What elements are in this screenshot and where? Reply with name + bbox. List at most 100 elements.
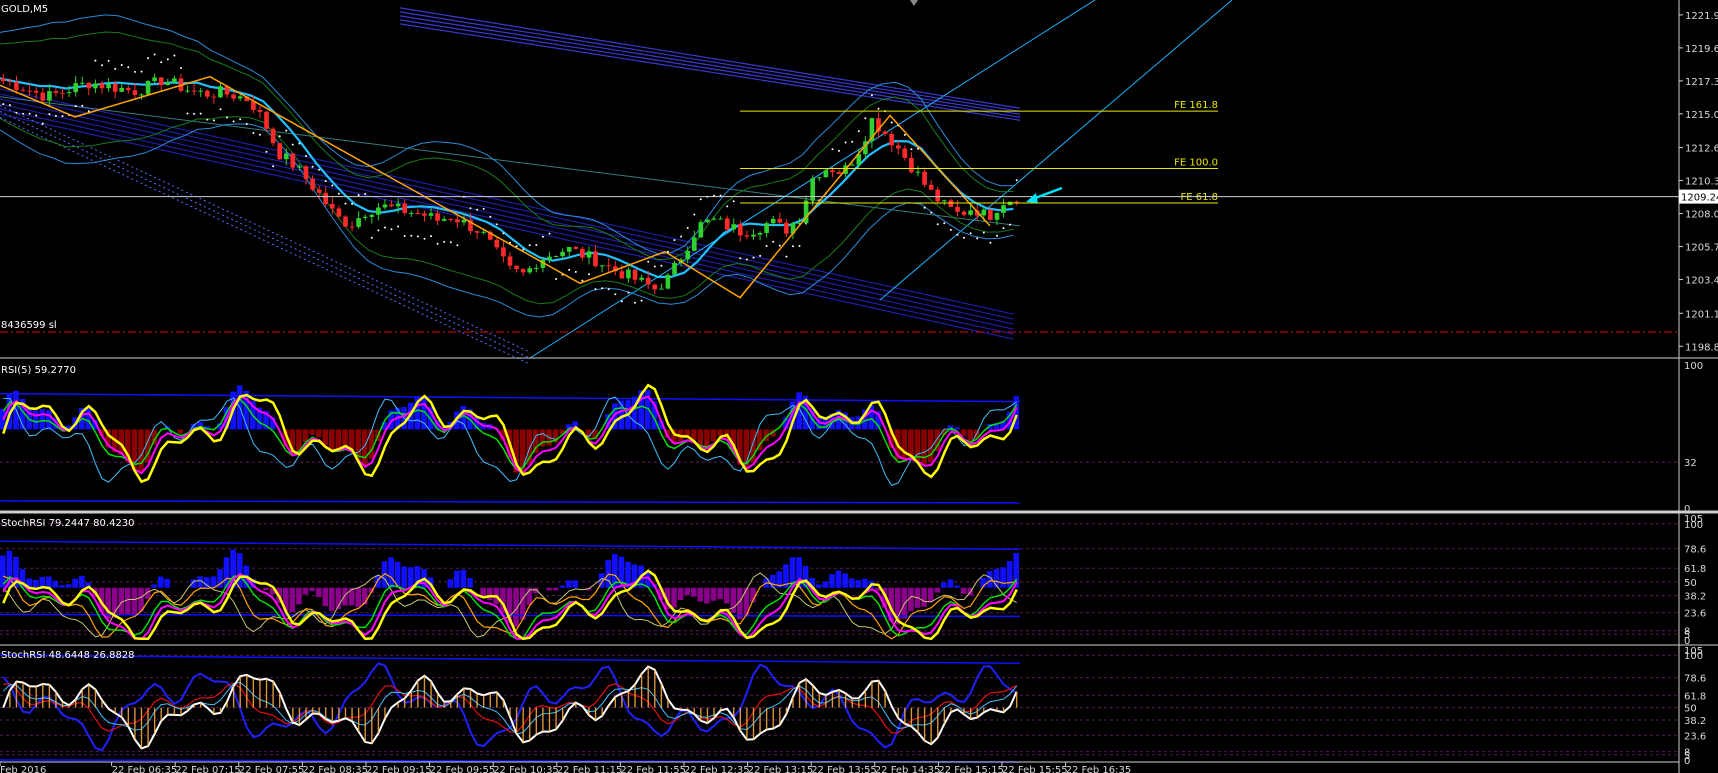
sar-dot bbox=[291, 143, 294, 146]
candle-body bbox=[441, 219, 447, 221]
sar-dot bbox=[272, 165, 275, 168]
sar-dot bbox=[1015, 179, 1018, 182]
sar-dot bbox=[15, 111, 18, 114]
histogram-bar bbox=[710, 587, 717, 601]
histogram-bar bbox=[684, 587, 690, 595]
sar-dot bbox=[390, 228, 393, 231]
x-tick-label: 22 Feb 12:35 bbox=[684, 765, 750, 773]
sar-dot bbox=[449, 241, 452, 244]
candle-body bbox=[698, 222, 704, 238]
candle-body bbox=[770, 218, 776, 224]
x-tick-label: 22 Feb 06:35 bbox=[112, 765, 178, 773]
candle-body bbox=[106, 83, 111, 89]
sl-label: 8436599 sl bbox=[1, 320, 57, 331]
candle-body bbox=[310, 178, 315, 190]
candle-body bbox=[237, 96, 243, 99]
histogram-bar bbox=[546, 587, 552, 591]
histogram-bar bbox=[960, 587, 967, 594]
sar-dot bbox=[430, 235, 432, 238]
histogram-bar bbox=[329, 587, 335, 611]
candle-body bbox=[356, 218, 361, 227]
candle-body bbox=[988, 209, 993, 220]
candle-body bbox=[817, 177, 822, 179]
sar-dot bbox=[686, 226, 689, 229]
sar-dot bbox=[864, 117, 867, 120]
sar-dot bbox=[370, 236, 373, 239]
candle-body bbox=[1, 78, 6, 82]
candle-body bbox=[191, 90, 197, 92]
candle-body bbox=[277, 143, 282, 160]
candle-body bbox=[593, 251, 598, 267]
sar-dot bbox=[476, 208, 479, 211]
fib-level-label: FE 161.8 bbox=[1174, 100, 1218, 111]
histogram-bar bbox=[848, 578, 855, 588]
candle-body bbox=[764, 223, 769, 233]
candle-body bbox=[264, 111, 269, 129]
sar-dot bbox=[555, 278, 558, 280]
sar-dot bbox=[22, 112, 24, 115]
candle-body bbox=[428, 213, 434, 216]
trading-chart[interactable]: FE 161.8FE 100.0FE 61.8 100320 10510078.… bbox=[0, 0, 1718, 773]
candle-body bbox=[547, 256, 552, 260]
sar-dot bbox=[535, 244, 538, 246]
histogram-bar bbox=[835, 570, 842, 588]
candle-body bbox=[316, 189, 322, 193]
candle-body bbox=[560, 251, 565, 257]
sar-dot bbox=[620, 300, 623, 303]
candle-body bbox=[343, 216, 348, 227]
candle-body bbox=[961, 211, 967, 215]
candle-body bbox=[573, 247, 579, 249]
sar-dot bbox=[252, 132, 255, 134]
candle-body bbox=[599, 265, 605, 267]
candle-body bbox=[1001, 205, 1006, 213]
y-tick-label: 1198.81 bbox=[1685, 342, 1718, 353]
candle-body bbox=[165, 82, 171, 86]
y-tick-label: 100 bbox=[1684, 651, 1703, 662]
histogram-bar bbox=[697, 429, 704, 446]
histogram-bar bbox=[816, 584, 822, 588]
histogram-bar bbox=[46, 410, 52, 430]
candle-body bbox=[119, 87, 124, 92]
sar-dot bbox=[239, 118, 242, 121]
histogram-bar bbox=[921, 587, 927, 607]
histogram-bar bbox=[355, 587, 361, 608]
candle-body bbox=[53, 91, 59, 93]
candle-body bbox=[527, 268, 532, 273]
sar-dot bbox=[74, 105, 77, 108]
candle-body bbox=[692, 237, 697, 251]
histogram-bar bbox=[164, 578, 171, 588]
candle-body bbox=[942, 200, 947, 202]
sar-dot bbox=[673, 239, 676, 242]
histogram-bar bbox=[704, 429, 710, 447]
histogram-bar bbox=[559, 585, 565, 588]
sar-dot bbox=[495, 223, 498, 226]
current-price-label: 1209.24 bbox=[1681, 193, 1718, 204]
sar-dot bbox=[285, 129, 288, 132]
histogram-bar bbox=[862, 578, 868, 588]
histogram-bar bbox=[65, 584, 72, 588]
sar-dot bbox=[745, 258, 748, 261]
candle-body bbox=[902, 148, 908, 158]
candle-body bbox=[632, 269, 638, 280]
sar-dot bbox=[318, 168, 321, 171]
histogram-bar bbox=[677, 587, 684, 600]
sar-dot bbox=[607, 288, 610, 291]
sar-dot bbox=[989, 241, 992, 244]
sar-dot bbox=[456, 244, 459, 247]
sar-dot bbox=[41, 122, 44, 125]
sar-dot bbox=[35, 114, 38, 117]
sar-dot bbox=[653, 265, 656, 268]
sar-dot bbox=[94, 59, 97, 62]
histogram-bar bbox=[697, 587, 704, 602]
x-tick-label: 22 Feb 14:35 bbox=[875, 765, 941, 773]
sar-dot bbox=[81, 104, 84, 107]
candle-body bbox=[376, 207, 381, 215]
candle-body bbox=[369, 214, 375, 217]
sar-dot bbox=[331, 184, 334, 187]
sar-dot bbox=[528, 244, 531, 247]
sar-dot bbox=[568, 268, 571, 271]
sar-dot bbox=[101, 64, 103, 67]
sar-dot bbox=[956, 233, 959, 236]
sar-dot bbox=[54, 114, 57, 117]
sar-dot bbox=[344, 202, 347, 205]
